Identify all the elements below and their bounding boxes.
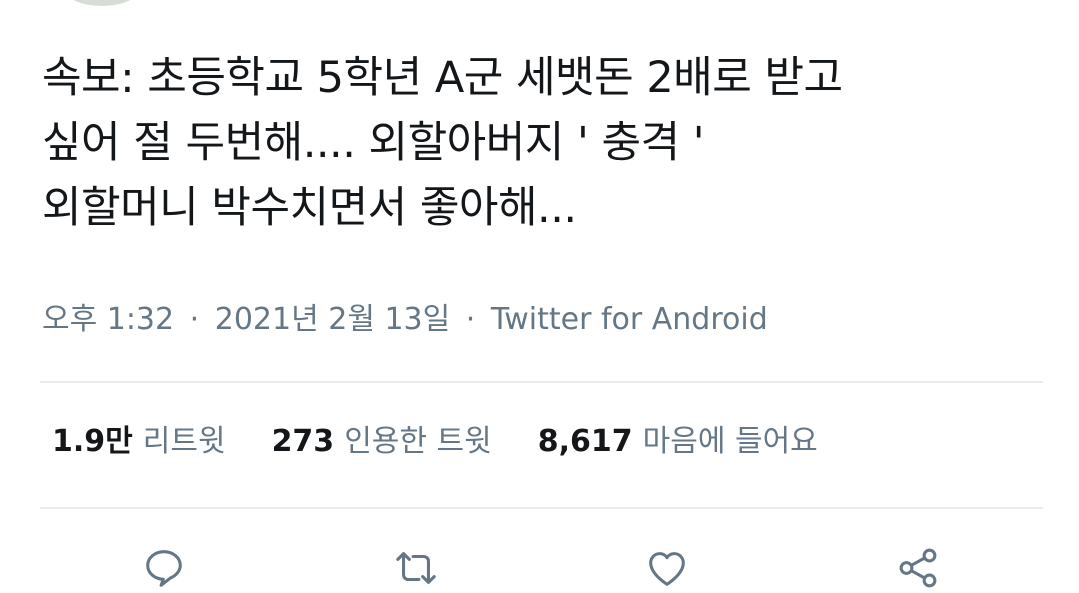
retweet-icon — [396, 552, 436, 584]
tweet-text: 속보: 초등학교 5학년 A군 세뱃돈 2배로 받고 싶어 절 두번해.... … — [42, 46, 1042, 241]
tweet-source[interactable]: Twitter for Android — [491, 302, 768, 337]
divider — [40, 381, 1043, 383]
retweet-label: 리트윗 — [142, 424, 226, 459]
divider — [40, 507, 1043, 509]
meta-separator: · — [465, 302, 476, 337]
tweet-metadata: 오후 1:32 · 2021년 2월 13일 · Twitter for And… — [42, 300, 768, 340]
share-icon — [899, 548, 937, 588]
tweet-text-line: 외할머니 박수치면서 좋아해... — [42, 183, 577, 233]
like-label: 마음에 들어요 — [642, 424, 818, 459]
like-count: 8,617 — [537, 424, 633, 459]
avatar[interactable] — [64, 0, 140, 6]
tweet-date[interactable]: 2021년 2월 13일 — [215, 302, 450, 337]
heart-icon — [649, 552, 685, 586]
tweet-actions — [0, 540, 1079, 593]
tweet-detail: 속보: 초등학교 5학년 A군 세뱃돈 2배로 받고 싶어 절 두번해.... … — [0, 0, 1079, 593]
like-button[interactable] — [641, 544, 693, 592]
tweet-text-line: 속보: 초등학교 5학년 A군 세뱃돈 2배로 받고 — [42, 53, 843, 103]
retweet-count-link[interactable]: 1.9만 리트윗 — [52, 422, 226, 462]
retweet-button[interactable] — [390, 544, 442, 592]
tweet-stats: 1.9만 리트윗 273 인용한 트윗 8,617 마음에 들어요 — [52, 422, 864, 462]
quote-count-link[interactable]: 273 인용한 트윗 — [272, 422, 492, 462]
meta-separator: · — [189, 302, 200, 337]
quote-count: 273 — [271, 424, 335, 459]
like-count-link[interactable]: 8,617 마음에 들어요 — [538, 422, 818, 462]
retweet-count: 1.9만 — [52, 424, 133, 459]
quote-label: 인용한 트윗 — [344, 424, 492, 459]
reply-icon — [146, 550, 182, 587]
share-button[interactable] — [892, 544, 944, 592]
tweet-time[interactable]: 오후 1:32 — [42, 302, 174, 337]
reply-button[interactable] — [138, 544, 190, 592]
tweet-text-line: 싶어 절 두번해.... 외할아버지 ' 충격 ' — [42, 118, 705, 168]
